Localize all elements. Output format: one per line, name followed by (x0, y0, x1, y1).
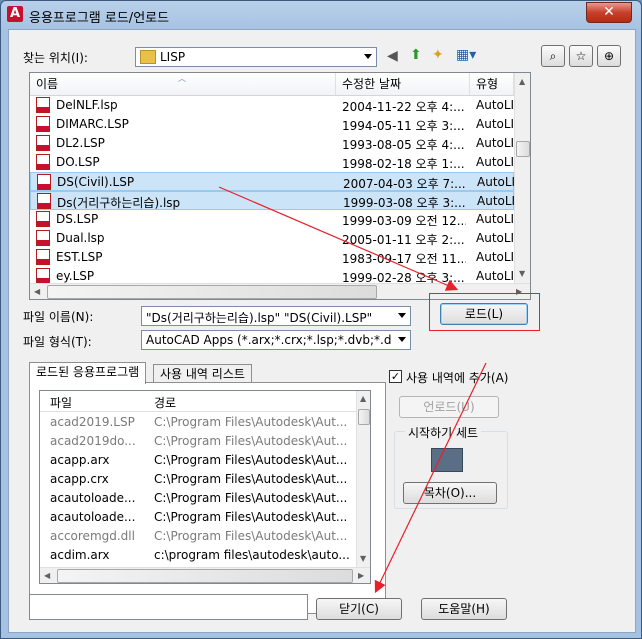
annotation-arrow-to-close (374, 362, 487, 594)
tab-loaded-applications[interactable]: 로드된 응용프로그램 (29, 362, 147, 384)
load-unload-dialog: A 응용프로그램 로드/언로드 ✕ 찾는 위치(I): LISP ◀ ⬆ ✦ ▦… (0, 0, 642, 639)
annotation-overlay (218, 186, 487, 594)
annotation-arrow-to-load (218, 186, 459, 291)
